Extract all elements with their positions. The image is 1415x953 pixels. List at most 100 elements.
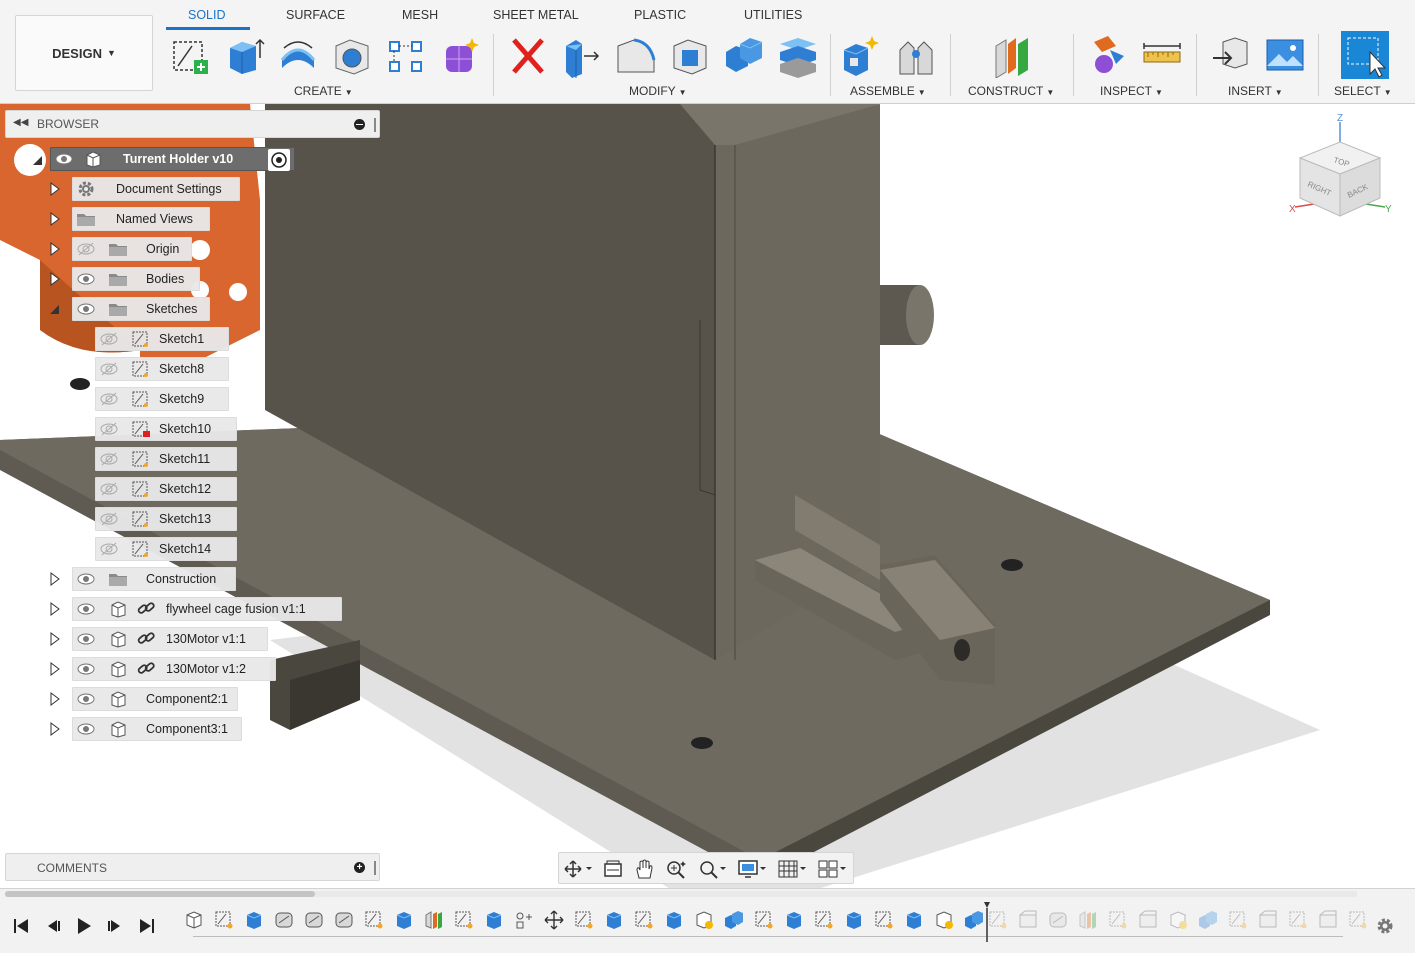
- tab-surface[interactable]: SURFACE: [286, 8, 345, 22]
- tree-expander-icon[interactable]: [49, 272, 61, 286]
- timeline-suppressed-feature-icon[interactable]: [1107, 909, 1129, 931]
- browser-root-component[interactable]: Turrent Holder v10: [50, 147, 295, 171]
- step-back-icon[interactable]: [42, 915, 64, 937]
- visibility-eye-icon[interactable]: [99, 510, 119, 528]
- timeline-suppressed-feature-icon[interactable]: [1257, 909, 1279, 931]
- timeline-feature-icon[interactable]: [813, 909, 835, 931]
- timeline-suppressed-feature-icon[interactable]: [1137, 909, 1159, 931]
- new-component-icon[interactable]: [840, 34, 884, 78]
- browser-item-sketch1[interactable]: Sketch1: [95, 327, 229, 351]
- tree-expander-icon[interactable]: [49, 662, 61, 676]
- timeline-feature-icon[interactable]: [303, 909, 325, 931]
- tree-expander-icon[interactable]: [49, 242, 61, 256]
- timeline-feature-icon[interactable]: [213, 909, 235, 931]
- timeline-feature-icon[interactable]: [903, 909, 925, 931]
- grid-icon[interactable]: [775, 858, 807, 880]
- timeline-feature-icon[interactable]: [243, 909, 265, 931]
- browser-item-component3-1[interactable]: Component3:1: [72, 717, 242, 741]
- shell-icon[interactable]: [668, 34, 712, 78]
- inspect-menu[interactable]: INSPECT ▼: [1100, 84, 1163, 98]
- timeline-feature-icon[interactable]: [843, 909, 865, 931]
- browser-item-flywheel-cage-fusion-v1-1[interactable]: flywheel cage fusion v1:1: [72, 597, 342, 621]
- timeline-feature-icon[interactable]: [603, 909, 625, 931]
- extrude-icon[interactable]: [222, 34, 266, 78]
- pin-icon[interactable]: [354, 119, 365, 130]
- timeline-marker[interactable]: [984, 902, 990, 942]
- timeline-suppressed-feature-icon[interactable]: [1197, 909, 1219, 931]
- browser-item-named-views[interactable]: Named Views: [72, 207, 210, 231]
- tab-solid[interactable]: SOLID: [188, 8, 226, 22]
- timeline-suppressed-feature-icon[interactable]: [1227, 909, 1249, 931]
- viewcube[interactable]: TOP RIGHT BACK Z X Y: [1285, 112, 1395, 232]
- timeline-suppressed-feature-icon[interactable]: [1347, 909, 1369, 931]
- delete-icon[interactable]: [506, 34, 550, 78]
- timeline-feature-icon[interactable]: [543, 909, 565, 931]
- play-icon[interactable]: [72, 915, 94, 937]
- timeline-feature-icon[interactable]: [333, 909, 355, 931]
- tree-expander-icon[interactable]: [49, 572, 61, 586]
- create-form-icon[interactable]: [438, 34, 482, 78]
- zoom-icon[interactable]: [661, 858, 693, 880]
- browser-item-130motor-v1-1[interactable]: 130Motor v1:1: [72, 627, 268, 651]
- combine-icon[interactable]: [722, 34, 766, 78]
- rectangular-pattern-icon[interactable]: [384, 34, 428, 78]
- visibility-eye-icon[interactable]: [76, 720, 96, 738]
- tab-sheet-metal[interactable]: SHEET METAL: [493, 8, 579, 22]
- timeline-feature-icon[interactable]: [453, 909, 475, 931]
- timeline-suppressed-feature-icon[interactable]: [1047, 909, 1069, 931]
- timeline-feature-icon[interactable]: [723, 909, 745, 931]
- browser-item-sketch12[interactable]: Sketch12: [95, 477, 237, 501]
- browser-item-construction[interactable]: Construction: [72, 567, 236, 591]
- timeline-feature-icon[interactable]: [933, 909, 955, 931]
- interference-icon[interactable]: [1086, 34, 1130, 78]
- visibility-eye-icon[interactable]: [76, 270, 96, 288]
- fit-icon[interactable]: [695, 858, 727, 880]
- create-sketch-icon[interactable]: [168, 34, 212, 78]
- construct-menu[interactable]: CONSTRUCT ▼: [968, 84, 1054, 98]
- timeline-feature-icon[interactable]: [633, 909, 655, 931]
- visibility-eye-icon[interactable]: [99, 540, 119, 558]
- browser-item-component2-1[interactable]: Component2:1: [72, 687, 238, 711]
- timeline-suppressed-feature-icon[interactable]: [1317, 909, 1339, 931]
- tree-expander-icon[interactable]: [49, 692, 61, 706]
- collapse-panel-icon[interactable]: ◀◀: [13, 117, 28, 128]
- go-to-start-icon[interactable]: [10, 915, 32, 937]
- timeline-feature-icon[interactable]: [573, 909, 595, 931]
- timeline-suppressed-feature-icon[interactable]: [987, 909, 1009, 931]
- fillet-icon[interactable]: [614, 34, 658, 78]
- tree-expander-icon[interactable]: [49, 212, 61, 226]
- timeline-feature-icon[interactable]: [873, 909, 895, 931]
- tree-expander-icon[interactable]: [49, 632, 61, 646]
- viewports-icon[interactable]: [815, 858, 847, 880]
- measure-icon[interactable]: [1140, 34, 1184, 78]
- browser-item-130motor-v1-2[interactable]: 130Motor v1:2: [72, 657, 276, 681]
- resize-grip[interactable]: [374, 118, 376, 132]
- timeline-feature-icon[interactable]: [963, 909, 985, 931]
- visibility-eye-icon[interactable]: [99, 480, 119, 498]
- activate-component-target-icon[interactable]: [268, 149, 290, 171]
- browser-item-sketch8[interactable]: Sketch8: [95, 357, 229, 381]
- select-menu[interactable]: SELECT ▼: [1334, 84, 1392, 98]
- browser-item-sketch10[interactable]: Sketch10: [95, 417, 237, 441]
- visibility-eye-icon[interactable]: [99, 330, 119, 348]
- visibility-eye-icon[interactable]: [76, 240, 96, 258]
- visibility-eye-icon[interactable]: [99, 420, 119, 438]
- timeline-feature-icon[interactable]: [393, 909, 415, 931]
- browser-item-origin[interactable]: Origin: [72, 237, 192, 261]
- browser-item-bodies[interactable]: Bodies: [72, 267, 200, 291]
- timeline-scrollbar-thumb[interactable]: [5, 891, 315, 897]
- insert-menu[interactable]: INSERT ▼: [1228, 84, 1283, 98]
- timeline-suppressed-feature-icon[interactable]: [1017, 909, 1039, 931]
- hole-icon[interactable]: [330, 34, 374, 78]
- browser-item-sketches[interactable]: Sketches: [72, 297, 210, 321]
- create-menu[interactable]: CREATE ▼: [294, 84, 353, 98]
- tree-expander-icon[interactable]: [49, 722, 61, 736]
- press-pull-icon[interactable]: [560, 34, 604, 78]
- timeline-feature-icon[interactable]: [753, 909, 775, 931]
- tab-mesh[interactable]: MESH: [402, 8, 438, 22]
- timeline-feature-icon[interactable]: [663, 909, 685, 931]
- browser-item-sketch13[interactable]: Sketch13: [95, 507, 237, 531]
- timeline-feature-icon[interactable]: [483, 909, 505, 931]
- revolve-icon[interactable]: [276, 34, 320, 78]
- joint-icon[interactable]: [894, 34, 938, 78]
